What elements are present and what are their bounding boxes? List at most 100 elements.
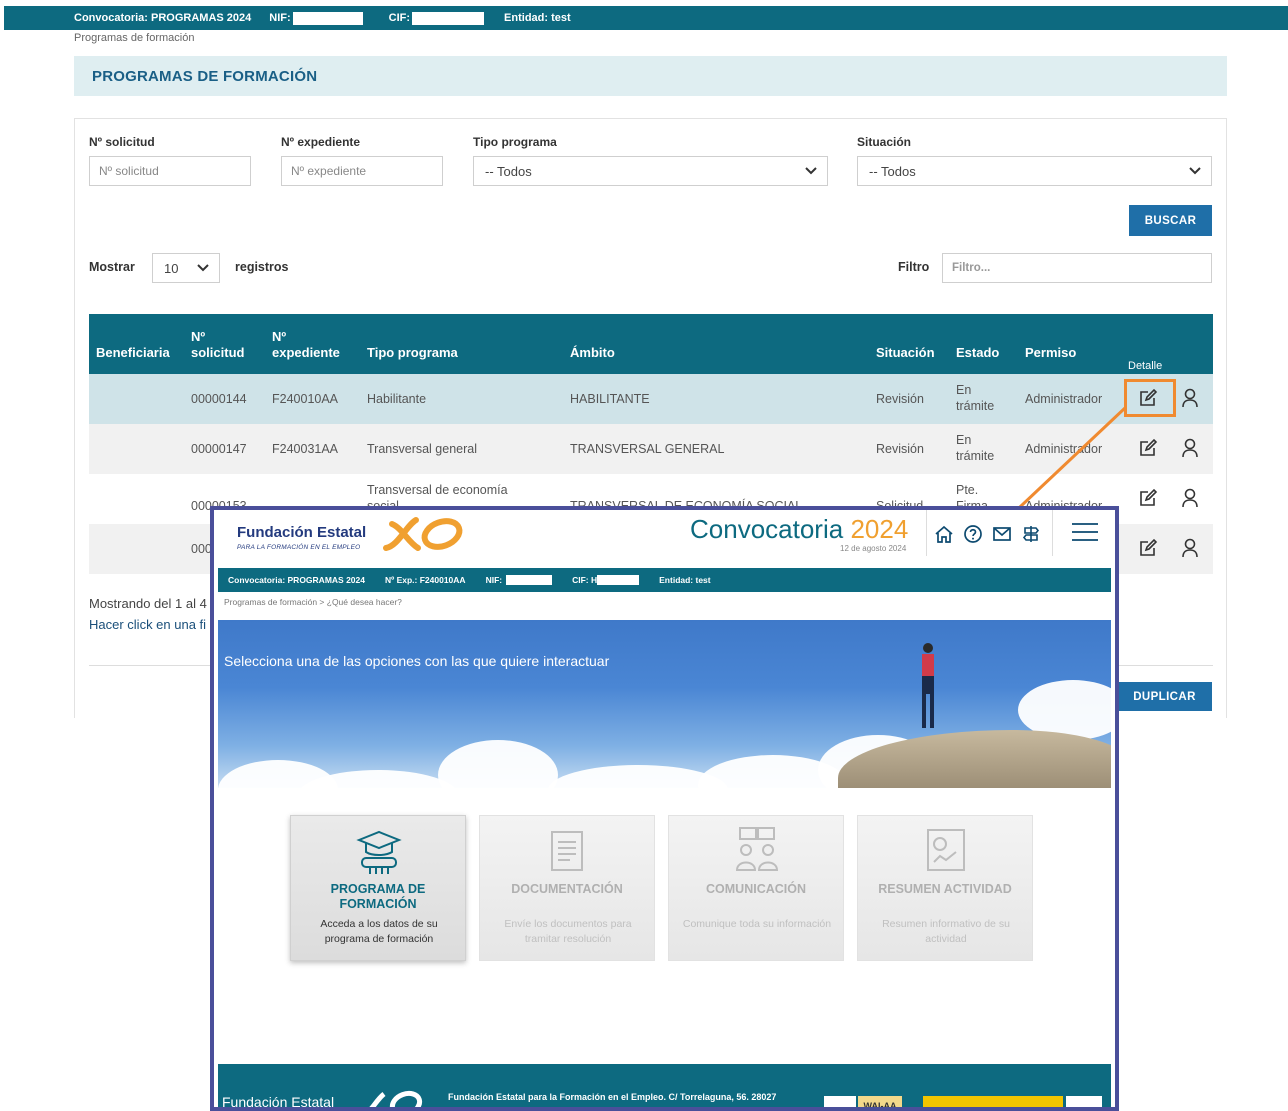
- expediente-input[interactable]: Nº expediente: [281, 156, 443, 186]
- solicitud-input[interactable]: Nº solicitud: [89, 156, 251, 186]
- expediente-label: Nº expediente: [281, 135, 361, 149]
- ov-convocatoria: Convocatoria: PROGRAMAS 2024: [228, 575, 365, 585]
- col-ambito[interactable]: Ámbito: [570, 345, 615, 361]
- edit-icon[interactable]: [1138, 438, 1158, 458]
- ov-cif-label: CIF: H: [572, 575, 598, 585]
- cif-redacted: [412, 11, 485, 25]
- col-beneficiaria[interactable]: Beneficiaria: [96, 345, 170, 361]
- chevron-down-icon: [1189, 167, 1201, 175]
- ov-expediente: Nº Exp.: F240010AA: [384, 575, 466, 585]
- user-icon[interactable]: [1181, 388, 1199, 408]
- duplicar-button[interactable]: DUPLICAR: [1117, 682, 1212, 711]
- ov-cif-redacted: [597, 575, 640, 585]
- edit-icon[interactable]: [1138, 388, 1158, 408]
- documents-icon: [551, 831, 583, 871]
- col-expediente[interactable]: Nº expediente: [272, 329, 347, 361]
- situacion-value: -- Todos: [869, 163, 916, 179]
- hiker-figure: [922, 643, 934, 728]
- card-title: DOCUMENTACIÓN: [511, 882, 623, 896]
- hero-banner: Selecciona una de las opciones con las q…: [218, 620, 1111, 788]
- top-info-bar: Convocatoria: PROGRAMAS 2024 NIF: CIF: E…: [4, 6, 1288, 30]
- header-divider: [926, 510, 927, 556]
- cell-solicitud: 00000147: [191, 442, 247, 456]
- registros-label: registros: [235, 260, 289, 274]
- ov-entidad: Entidad: test: [659, 575, 711, 585]
- cell-tipo: Habilitante: [367, 392, 427, 406]
- card-resumen-actividad[interactable]: RESUMEN ACTIVIDAD Resumen informativo de…: [857, 815, 1033, 961]
- tipo-programa-value: -- Todos: [485, 163, 532, 179]
- tipo-programa-label: Tipo programa: [473, 135, 557, 149]
- table-header: Beneficiaria Nº solicitud Nº expediente …: [89, 314, 1213, 374]
- eu-logo: [1066, 1096, 1102, 1107]
- header-icons: [934, 524, 1041, 544]
- col-permiso[interactable]: Permiso: [1025, 345, 1076, 361]
- nif-label: NIF:: [269, 12, 291, 24]
- breadcrumb[interactable]: Programas de formación: [74, 32, 194, 44]
- user-icon[interactable]: [1181, 438, 1199, 458]
- fundae-logo-subtitle: PARA LA FORMACIÓN EN EL EMPLEO: [237, 544, 361, 551]
- convocatoria-label: Convocatoria: PROGRAMAS 2024: [74, 12, 252, 24]
- cell-solicitud: 000: [191, 542, 212, 556]
- solicitud-label: Nº solicitud: [89, 135, 155, 149]
- edit-icon[interactable]: [1138, 488, 1158, 508]
- overlay-footer: Fundación Estatal Fundación Estatal para…: [218, 1064, 1111, 1107]
- card-comunicacion[interactable]: COMUNICACIÓN Comunique toda su informaci…: [668, 815, 844, 961]
- page-size-select[interactable]: 10: [152, 253, 220, 283]
- government-logo: [923, 1096, 1063, 1107]
- card-desc: Comunique toda su información: [682, 918, 832, 930]
- home-icon[interactable]: [934, 524, 954, 544]
- hero-text: Selecciona una de las opciones con las q…: [224, 653, 610, 669]
- cell-tipo: Transversal general: [367, 442, 478, 456]
- cloud: [438, 740, 558, 788]
- card-desc: Acceda a los datos de su programa de for…: [320, 918, 438, 945]
- cif-field: CIF:: [388, 11, 485, 25]
- footer-logo-mark: [369, 1090, 423, 1107]
- convocatoria-word: Convocatoria: [690, 514, 844, 544]
- col-situacion[interactable]: Situación: [876, 345, 935, 361]
- col-solicitud[interactable]: Nº solicitud: [191, 329, 251, 361]
- edit-icon[interactable]: [1138, 538, 1158, 558]
- header-date: 12 de agosto 2024: [840, 544, 907, 553]
- activity-report-icon: [927, 829, 965, 871]
- card-documentacion[interactable]: DOCUMENTACIÓN Envíe los documentos para …: [479, 815, 655, 961]
- filtro-label: Filtro: [898, 260, 930, 274]
- records-info: Mostrando del 1 al 4: [89, 596, 207, 611]
- mail-icon[interactable]: [992, 524, 1012, 544]
- filtro-input[interactable]: Filtro...: [942, 253, 1212, 283]
- header-divider: [1052, 510, 1053, 556]
- signpost-icon[interactable]: [1021, 524, 1041, 544]
- w3c-badge: [824, 1096, 856, 1107]
- user-icon[interactable]: [1181, 488, 1199, 508]
- col-detalle: Detalle: [1128, 360, 1163, 372]
- user-icon[interactable]: [1181, 538, 1199, 558]
- buscar-button[interactable]: BUSCAR: [1129, 205, 1212, 236]
- convocatoria-year: 2024: [850, 514, 909, 544]
- cell-solicitud: 00000144: [191, 392, 247, 406]
- help-icon[interactable]: [963, 524, 983, 544]
- situacion-select[interactable]: -- Todos: [857, 156, 1212, 186]
- card-title: PROGRAMA DE FORMACIÓN: [330, 882, 426, 911]
- click-hint: Hacer click en una fi: [89, 617, 207, 632]
- cell-expediente: F240010AA: [272, 392, 339, 406]
- footer-address: Fundación Estatal para la Formación en e…: [448, 1092, 777, 1102]
- graduation-cap-icon: [356, 830, 402, 874]
- wai-aa-badge: WAI-AA: [858, 1096, 902, 1107]
- ov-nif-redacted: [506, 575, 553, 585]
- card-title: COMUNICACIÓN: [706, 882, 806, 896]
- col-tipo-programa[interactable]: Tipo programa: [367, 345, 458, 361]
- overlay-breadcrumb[interactable]: Programas de formación > ¿Qué desea hace…: [224, 597, 402, 607]
- cif-label: CIF:: [388, 12, 411, 24]
- col-estado[interactable]: Estado: [956, 345, 999, 361]
- cell-expediente: F240031AA: [272, 442, 339, 456]
- card-programa-formacion[interactable]: PROGRAMA DE FORMACIÓN Acceda a los datos…: [290, 815, 466, 961]
- tipo-programa-select[interactable]: -- Todos: [473, 156, 828, 186]
- cell-situacion: Revisión: [876, 392, 924, 406]
- cell-ambito: HABILITANTE: [570, 392, 650, 406]
- ov-nif-label: NIF:: [485, 575, 503, 585]
- nif-redacted: [292, 11, 363, 25]
- communication-icon: [735, 827, 779, 871]
- chevron-down-icon: [197, 264, 209, 272]
- overlay-info-bar: Convocatoria: PROGRAMAS 2024 Nº Exp.: F2…: [218, 568, 1111, 592]
- chevron-down-icon: [805, 167, 817, 175]
- hamburger-menu-icon[interactable]: [1071, 522, 1099, 542]
